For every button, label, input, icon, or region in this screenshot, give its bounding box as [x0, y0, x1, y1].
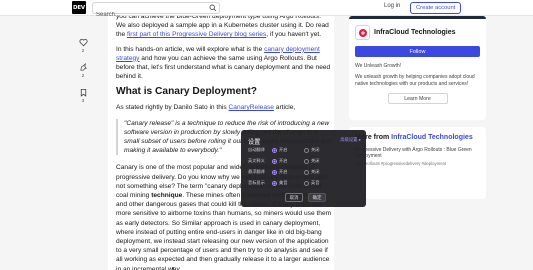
option-label: 关闭	[311, 169, 320, 174]
confirm-button[interactable]: 确定	[308, 193, 326, 202]
search-box[interactable]	[92, 2, 220, 20]
bookmark-reaction[interactable]: 3	[76, 88, 90, 104]
radio-icon	[304, 158, 309, 164]
bookmark-count: 3	[81, 99, 85, 104]
heart-icon	[78, 38, 88, 47]
search-icon[interactable]	[209, 4, 217, 12]
org-name[interactable]: InfraCloud Technologies	[374, 29, 456, 36]
text: , if you haven't yet.	[266, 31, 322, 39]
settings-title: 设置	[248, 139, 261, 146]
text: As stated rightly by Danilo Sato in this	[116, 104, 229, 112]
option-on[interactable]: 开启	[272, 169, 296, 175]
login-link[interactable]: Log in	[384, 3, 400, 9]
more-from-org-link[interactable]: InfraCloud Technologies	[391, 134, 473, 141]
settings-row-phonetic: 音标显示 美音 英音	[248, 180, 336, 186]
option-us[interactable]: 美音	[272, 180, 296, 186]
option-label: 开启	[279, 169, 288, 174]
paragraph-explore: In this hands-on article, we will explor…	[116, 45, 332, 82]
unicorn-icon	[79, 63, 87, 71]
option-label: 开启	[279, 147, 288, 152]
text: and how you can achieve the same using A…	[116, 54, 331, 81]
arrow-icon	[172, 267, 174, 270]
unicorn-reaction[interactable]: 2	[76, 63, 90, 79]
related-post-tags: #argorollouts #progressivedelivery #depl…	[355, 161, 447, 166]
radio-icon	[304, 180, 309, 186]
related-post-link[interactable]: Progressive Delivery with Argo Rollouts …	[355, 147, 480, 159]
option-label: 美音	[279, 180, 288, 185]
first-part-link[interactable]: first part of this Progressive Delivery …	[127, 31, 266, 38]
radio-icon	[272, 169, 277, 175]
infracloud-logo-icon	[358, 28, 367, 37]
settings-row-auto-translate: 自动翻译 开启 关闭	[248, 147, 336, 153]
section-heading: What is Canary Deployment?	[116, 86, 257, 98]
option-off[interactable]: 关闭	[304, 169, 328, 175]
translation-settings-panel: 设置 高级设置 ▸ 自动翻译 开启 关闭 英文释义 开启 关闭 悬浮翻译 开启 …	[241, 130, 366, 207]
paragraph-stated: As stated rightly by Danilo Sato in this…	[116, 103, 332, 112]
option-uk[interactable]: 英音	[304, 180, 328, 186]
learn-more-button[interactable]: Learn More	[387, 93, 448, 104]
advanced-settings-link[interactable]: 高级设置 ▸	[340, 137, 361, 143]
canary-release-link[interactable]: CanaryRelease	[229, 104, 274, 111]
bookmark-icon	[80, 88, 86, 97]
option-label: 关闭	[311, 158, 320, 163]
cancel-button[interactable]: 取消	[285, 193, 303, 202]
heart-count: 2	[81, 49, 85, 54]
option-on[interactable]: 开启	[272, 147, 296, 153]
org-tagline: We Unleash Growth!	[355, 63, 402, 69]
radio-icon	[304, 169, 309, 175]
follow-button[interactable]: Follow	[355, 46, 480, 57]
org-card: InfraCloud Technologies Follow We Unleas…	[349, 16, 486, 120]
option-label: 关闭	[311, 147, 320, 152]
right-sidebar: InfraCloud Technologies Follow We Unleas…	[349, 16, 486, 199]
unicorn-count: 2	[81, 74, 85, 79]
more-from-card: More from InfraCloud Technologies Progre…	[349, 127, 486, 199]
row-label: 英文释义	[248, 158, 265, 163]
settings-row-hover-translate: 悬浮翻译 开启 关闭	[248, 169, 336, 175]
org-description: We unleash growth by helping companies a…	[355, 74, 475, 87]
text: article,	[273, 104, 296, 112]
create-account-button[interactable]: Create account	[410, 2, 462, 14]
reaction-bar: 2 2 3	[76, 38, 90, 113]
settings-row-english-definition: 英文释义 开启 关闭	[248, 158, 336, 164]
radio-icon	[272, 180, 277, 186]
radio-icon	[304, 147, 309, 153]
heart-reaction[interactable]: 2	[76, 38, 90, 54]
option-off[interactable]: 关闭	[304, 147, 328, 153]
row-label: 悬浮翻译	[248, 169, 265, 174]
option-label: 开启	[279, 158, 288, 163]
option-on[interactable]: 开启	[272, 158, 296, 164]
row-label: 自动翻译	[248, 147, 265, 152]
paragraph-intro: you can achieve the Blue-Green deploymen…	[116, 16, 332, 40]
row-label: 音标显示	[248, 180, 265, 185]
org-logo[interactable]	[355, 25, 370, 40]
more-from-title: More from InfraCloud Technologies	[355, 133, 480, 142]
bold-text: technique	[151, 192, 183, 200]
radio-icon	[272, 147, 277, 153]
dev-logo[interactable]: DEV	[72, 1, 86, 14]
text: In this hands-on article, we will explor…	[116, 45, 265, 53]
option-off[interactable]: 关闭	[304, 158, 328, 164]
top-header: DEV Log in Create account	[0, 0, 533, 20]
radio-icon	[272, 158, 277, 164]
option-label: 英音	[311, 180, 320, 185]
